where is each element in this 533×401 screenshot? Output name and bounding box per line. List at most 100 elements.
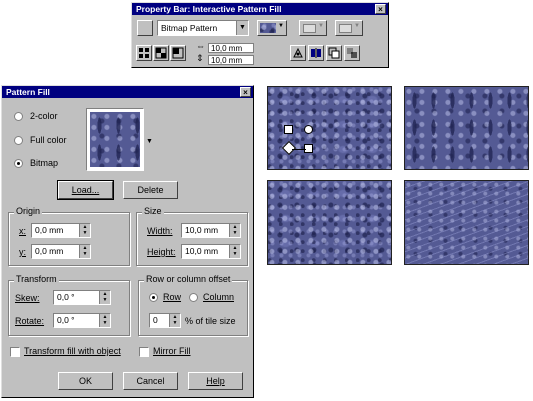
dialog-title: Pattern Fill bbox=[6, 87, 50, 97]
radio-full-color[interactable] bbox=[14, 136, 23, 145]
radio-full-color-label: Full color bbox=[30, 135, 67, 145]
radio-column-label: Column bbox=[203, 292, 235, 302]
pattern-example-skewed bbox=[404, 180, 529, 265]
tile-width-input[interactable]: 10,0 mm bbox=[208, 43, 254, 53]
delete-button-label: Delete bbox=[137, 185, 164, 195]
load-button-label: Load... bbox=[71, 185, 100, 195]
fill-type-dropdown[interactable]: Bitmap Pattern ▼ bbox=[157, 20, 249, 36]
transform-fill-checkbox[interactable] bbox=[10, 347, 20, 357]
offset-group-title: Row or column offset bbox=[144, 274, 233, 284]
spin-arrows-icon[interactable]: ▲ ▼ bbox=[99, 291, 110, 304]
rotate-spinbox[interactable]: 0,0 ° ▲ ▼ bbox=[53, 313, 111, 328]
offset-percent-label: % of tile size bbox=[185, 316, 236, 326]
mirror-fill-checkbox[interactable] bbox=[139, 347, 149, 357]
transform-group: Transform Skew: 0,0 ° ▲ ▼ Rotate: 0,0 ° ▲… bbox=[8, 274, 130, 336]
pattern-preview-image bbox=[90, 112, 140, 167]
rotate-value: 0,0 ° bbox=[57, 315, 75, 325]
origin-handle-icon[interactable] bbox=[281, 140, 297, 156]
load-button[interactable]: Load... bbox=[57, 180, 114, 200]
pattern-example-drip bbox=[404, 86, 529, 170]
origin-x-label: x: bbox=[19, 226, 27, 236]
tile-height-value: 10,0 mm bbox=[211, 56, 243, 65]
rotate-handle-icon[interactable] bbox=[304, 125, 313, 134]
radio-bitmap[interactable] bbox=[14, 159, 23, 168]
tile-height-icon: ⇕ bbox=[196, 53, 204, 63]
origin-group: Origin x: 0,0 mm ▲ ▼ y: 0,0 mm ▲ ▼ bbox=[8, 206, 130, 266]
help-button[interactable]: Help bbox=[188, 372, 243, 390]
spin-arrows-icon[interactable]: ▲ ▼ bbox=[229, 224, 240, 237]
transform-with-object-icon[interactable] bbox=[290, 45, 306, 61]
skew-spinbox[interactable]: 0,0 ° ▲ ▼ bbox=[53, 290, 111, 305]
radio-column[interactable] bbox=[189, 293, 198, 302]
spin-arrows-icon[interactable]: ▲ ▼ bbox=[229, 245, 240, 258]
property-bar-title-text: Property Bar: Interactive Pattern Fill bbox=[136, 4, 282, 14]
property-bar: Property Bar: Interactive Pattern Fill ×… bbox=[131, 2, 389, 68]
spin-arrows-icon[interactable]: ▲ ▼ bbox=[79, 245, 90, 258]
pattern-picker-arrow-icon[interactable]: ▼ bbox=[146, 138, 153, 145]
chevron-down-icon: ▼ bbox=[318, 23, 324, 29]
spin-arrows-icon[interactable]: ▲ ▼ bbox=[169, 314, 180, 327]
dialog-close-icon[interactable]: × bbox=[240, 87, 251, 97]
radio-2color-label: 2-color bbox=[30, 111, 58, 121]
size-height-value: 10,0 mm bbox=[185, 246, 219, 256]
chevron-down-icon: ▼ bbox=[236, 21, 248, 35]
skew-label: Skew: bbox=[15, 293, 40, 303]
back-color-button[interactable]: ▼ bbox=[335, 20, 363, 36]
size-width-spinbox[interactable]: 10,0 mm ▲ ▼ bbox=[181, 223, 241, 238]
property-bar-close-icon[interactable]: × bbox=[375, 4, 386, 14]
convert-to-bitmap-icon[interactable] bbox=[344, 45, 360, 61]
size-group: Size Width: 10,0 mm ▲ ▼ Height: 10,0 mm ▲… bbox=[136, 206, 248, 266]
transform-group-title: Transform bbox=[14, 274, 59, 284]
chevron-down-icon: ▼ bbox=[354, 23, 360, 29]
front-color-button[interactable]: ▼ bbox=[299, 20, 327, 36]
mirror-fill-label: Mirror Fill bbox=[153, 346, 191, 356]
radio-row-label: Row bbox=[163, 292, 182, 302]
ok-button-label: OK bbox=[78, 376, 92, 386]
rotate-label: Rotate: bbox=[15, 316, 45, 326]
handle-connector bbox=[292, 149, 306, 150]
origin-group-title: Origin bbox=[14, 206, 43, 216]
origin-x-spinbox[interactable]: 0,0 mm ▲ ▼ bbox=[31, 223, 91, 238]
origin-x-value: 0,0 mm bbox=[35, 225, 64, 235]
radio-row[interactable] bbox=[149, 293, 158, 302]
spin-arrows-icon[interactable]: ▲ ▼ bbox=[99, 314, 110, 327]
origin-y-label: y: bbox=[19, 247, 27, 257]
cancel-button[interactable]: Cancel bbox=[123, 372, 178, 390]
offset-percent-value: 0 bbox=[153, 315, 158, 325]
fill-options-icon[interactable] bbox=[137, 20, 153, 36]
pattern-fill-dialog: Pattern Fill × 2-color Full color Bitmap… bbox=[1, 85, 254, 398]
radio-2color[interactable] bbox=[14, 112, 23, 121]
cancel-button-label: Cancel bbox=[136, 376, 165, 386]
property-bar-title: Property Bar: Interactive Pattern Fill bbox=[132, 3, 388, 15]
size-group-title: Size bbox=[142, 206, 164, 216]
mirror-tiles-icon[interactable] bbox=[308, 45, 324, 61]
origin-y-value: 0,0 mm bbox=[35, 246, 64, 256]
copy-fill-icon[interactable] bbox=[326, 45, 342, 61]
tile-width-icon: ⇔ bbox=[196, 41, 205, 51]
offset-group: Row or column offset Row Column 0 ▲ ▼ % o… bbox=[138, 274, 248, 336]
radio-bitmap-label: Bitmap bbox=[30, 158, 59, 168]
chevron-down-icon: ▼ bbox=[278, 23, 284, 29]
small-tile-icon[interactable] bbox=[136, 45, 152, 61]
large-tile-icon[interactable] bbox=[170, 45, 186, 61]
tile-height-input[interactable]: 10,0 mm bbox=[208, 55, 254, 65]
size-width-label: Width: bbox=[147, 226, 173, 236]
offset-percent-spinbox[interactable]: 0 ▲ ▼ bbox=[149, 313, 181, 328]
medium-tile-icon[interactable] bbox=[153, 45, 169, 61]
pattern-example-interactive[interactable] bbox=[267, 86, 392, 170]
ok-button[interactable]: OK bbox=[58, 372, 113, 390]
back-color-swatch bbox=[339, 24, 352, 33]
size-height-label: Height: bbox=[147, 247, 176, 257]
front-color-swatch bbox=[303, 24, 316, 33]
size-width-value: 10,0 mm bbox=[185, 225, 219, 235]
dialog-title-bar: Pattern Fill bbox=[2, 86, 253, 98]
skew-value: 0,0 ° bbox=[57, 292, 75, 302]
origin-y-spinbox[interactable]: 0,0 mm ▲ ▼ bbox=[31, 244, 91, 259]
tile-size-handle[interactable] bbox=[284, 125, 293, 134]
pattern-preview-frame[interactable] bbox=[86, 108, 144, 171]
spin-arrows-icon[interactable]: ▲ ▼ bbox=[79, 224, 90, 237]
tile-width-value: 10,0 mm bbox=[211, 44, 243, 53]
pattern-swatch-button[interactable]: ▼ bbox=[257, 20, 287, 36]
delete-button[interactable]: Delete bbox=[123, 181, 178, 199]
size-height-spinbox[interactable]: 10,0 mm ▲ ▼ bbox=[181, 244, 241, 259]
